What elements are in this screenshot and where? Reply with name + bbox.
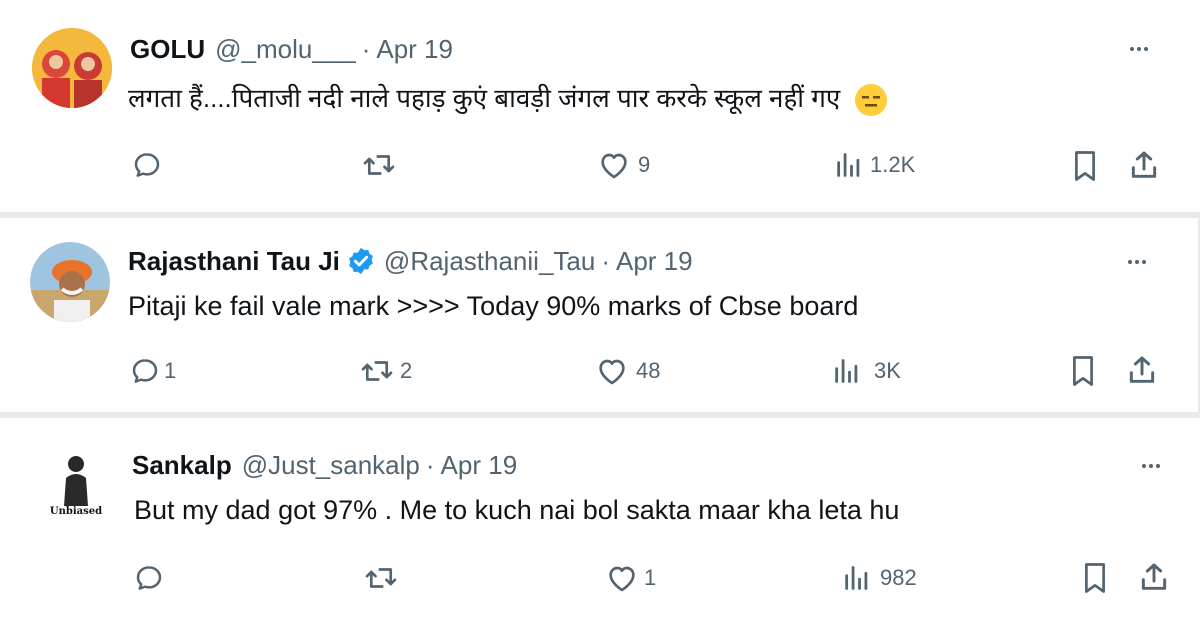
views-count: 1.2K [870,152,916,177]
reply-button[interactable] [132,150,170,180]
tweet-golu[interactable]: GOLU @_molu___ · Apr 19 लगता हैं....पिता… [0,0,1200,212]
share-button[interactable] [1126,354,1158,386]
like-button[interactable]: 9 [598,150,650,180]
like-button[interactable]: 48 [596,356,660,386]
user-handle[interactable]: @_molu___ [215,34,356,65]
views-button[interactable]: 982 [842,563,917,593]
separator-dot: · [361,33,371,64]
share-icon [1141,563,1167,590]
reply-count: 1 [164,358,177,383]
like-icon [609,566,635,592]
expressionless-face-icon [854,84,887,117]
reply-button[interactable]: 1 [130,356,176,386]
retweet-button[interactable] [362,150,404,180]
tweet-sankalp[interactable]: Unbiased Sankalp @Just_sankalp · Apr 19 … [0,418,1200,628]
views-count: 3K [874,358,901,383]
display-name[interactable]: Rajasthani Tau Ji [128,246,340,277]
like-count: 48 [636,358,661,383]
display-name[interactable]: Sankalp [132,450,232,481]
avatar-text: Unbiased [50,506,102,517]
bookmark-icon [1073,356,1093,386]
tweet-text-content: Pitaji ke fail vale mark >>>> Today 90% … [128,291,859,321]
views-count: 982 [880,565,917,590]
retweet-icon [365,568,397,588]
avatar-sankalp[interactable]: Unbiased [36,440,116,520]
retweet-icon [361,361,393,381]
retweet-button[interactable] [364,563,406,593]
tweet-date[interactable]: Apr 19 [616,246,693,277]
avatar-golu-image [32,28,112,108]
like-count: 1 [644,565,657,590]
avatar-sankalp-image: Unbiased [50,456,102,517]
retweet-count: 2 [400,358,413,383]
tweet-text-content: But my dad got 97% . Me to kuch nai bol … [134,495,900,525]
user-handle[interactable]: @Just_sankalp [242,450,420,481]
avatar-golu[interactable] [32,28,112,108]
tweet-text: But my dad got 97% . Me to kuch nai bol … [134,492,899,528]
tweet-header: Sankalp @Just_sankalp · Apr 19 [132,450,517,480]
retweet-icon [363,155,395,175]
bookmark-button[interactable] [1070,355,1096,387]
reply-icon [134,153,160,177]
tweet-text: Pitaji ke fail vale mark >>>> Today 90% … [128,288,858,324]
tweet-header: Rajasthani Tau Ji @Rajasthanii_Tau · Apr… [128,246,693,276]
reply-icon [132,359,158,383]
more-icon[interactable] [1128,260,1146,264]
views-button[interactable]: 3K [832,356,901,386]
reply-button[interactable] [134,563,172,593]
share-button[interactable] [1128,149,1160,181]
tweet-date[interactable]: Apr 19 [441,450,518,481]
views-button[interactable]: 1.2K [834,150,915,180]
more-icon[interactable] [1130,47,1148,51]
like-icon [601,153,627,179]
avatar-rajasthani-tau-ji-image [30,242,110,322]
bookmark-icon [1075,151,1095,181]
like-button[interactable]: 1 [606,563,656,593]
like-icon [599,359,625,385]
tweet-text: लगता हैं....पिताजी नदी नाले पहाड़ कुएं ब… [128,80,888,117]
views-icon [837,153,860,177]
tweet-rajasthani-tau-ji[interactable]: Rajasthani Tau Ji @Rajasthanii_Tau · Apr… [0,218,1198,412]
like-count: 9 [638,152,651,177]
views-icon [835,359,858,383]
share-icon [1129,356,1155,383]
bookmark-button[interactable] [1082,562,1108,594]
separator-dot: · [601,245,610,276]
views-icon [845,566,868,590]
more-icon[interactable] [1142,464,1160,468]
tweet-date[interactable]: Apr 19 [376,34,453,65]
separator-dot: · [425,449,435,480]
user-handle[interactable]: @Rajasthanii_Tau [384,246,595,277]
reply-icon [136,566,162,590]
share-icon [1131,151,1157,178]
tweet-header: GOLU @_molu___ · Apr 19 [130,34,453,64]
share-button[interactable] [1138,561,1170,593]
avatar-rajasthani-tau-ji[interactable] [30,242,110,322]
bookmark-icon [1085,563,1105,593]
bookmark-button[interactable] [1072,150,1098,182]
retweet-button[interactable]: 2 [360,356,412,386]
tweet-text-content: लगता हैं....पिताजी नदी नाले पहाड़ कुएं ब… [128,83,841,113]
display-name[interactable]: GOLU [130,34,205,65]
verified-badge-icon[interactable] [346,246,376,276]
